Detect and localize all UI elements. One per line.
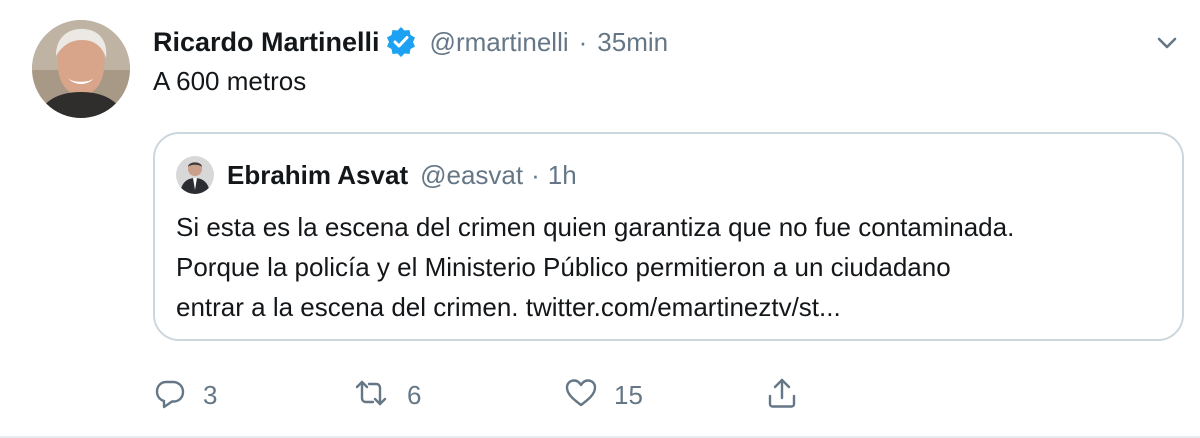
reply-button[interactable]: 3: [153, 376, 351, 415]
tweet-text: A 600 metros: [153, 66, 307, 96]
share-button[interactable]: [765, 376, 799, 415]
quoted-author-name[interactable]: Ebrahim Asvat: [227, 160, 408, 191]
verified-badge-icon: [386, 27, 416, 57]
reply-count: 3: [203, 379, 218, 410]
tweet-timestamp[interactable]: 35min: [597, 27, 668, 58]
quoted-text-line: Si esta es la escena del crimen quien ga…: [176, 212, 1015, 242]
quoted-author-handle[interactable]: @easvat: [420, 160, 523, 191]
quoted-author-avatar[interactable]: [176, 156, 214, 194]
tweet-actions: 3 6 15: [153, 372, 799, 418]
tweet-header: Ricardo Martinelli @rmartinelli · 35min: [153, 20, 668, 64]
share-icon: [765, 376, 799, 415]
reply-icon: [153, 376, 187, 415]
retweet-count: 6: [407, 379, 422, 410]
retweet-icon: [351, 376, 391, 415]
quoted-tweet[interactable]: Ebrahim Asvat @easvat · 1h Si esta es la…: [153, 132, 1184, 341]
quoted-text: Si esta es la escena del crimen quien ga…: [176, 207, 1166, 327]
quoted-timestamp[interactable]: 1h: [548, 160, 577, 191]
quoted-text-line: Porque la policía y el Ministerio Públic…: [176, 252, 951, 282]
meta-separator: ·: [578, 26, 588, 57]
chevron-down-icon[interactable]: [1150, 26, 1184, 60]
quoted-text-line[interactable]: entrar a la escena del crimen. twitter.c…: [176, 287, 1166, 327]
like-count: 15: [614, 379, 643, 410]
author-avatar[interactable]: [32, 20, 130, 118]
author-handle[interactable]: @rmartinelli: [430, 27, 569, 58]
quoted-header: Ebrahim Asvat @easvat · 1h: [227, 154, 577, 196]
author-name[interactable]: Ricardo Martinelli: [153, 27, 380, 58]
heart-icon: [564, 376, 598, 415]
tweet[interactable]: Ricardo Martinelli @rmartinelli · 35min …: [0, 0, 1200, 438]
quoted-meta-separator: ·: [531, 159, 540, 190]
retweet-button[interactable]: 6: [351, 376, 564, 415]
like-button[interactable]: 15: [564, 376, 765, 415]
